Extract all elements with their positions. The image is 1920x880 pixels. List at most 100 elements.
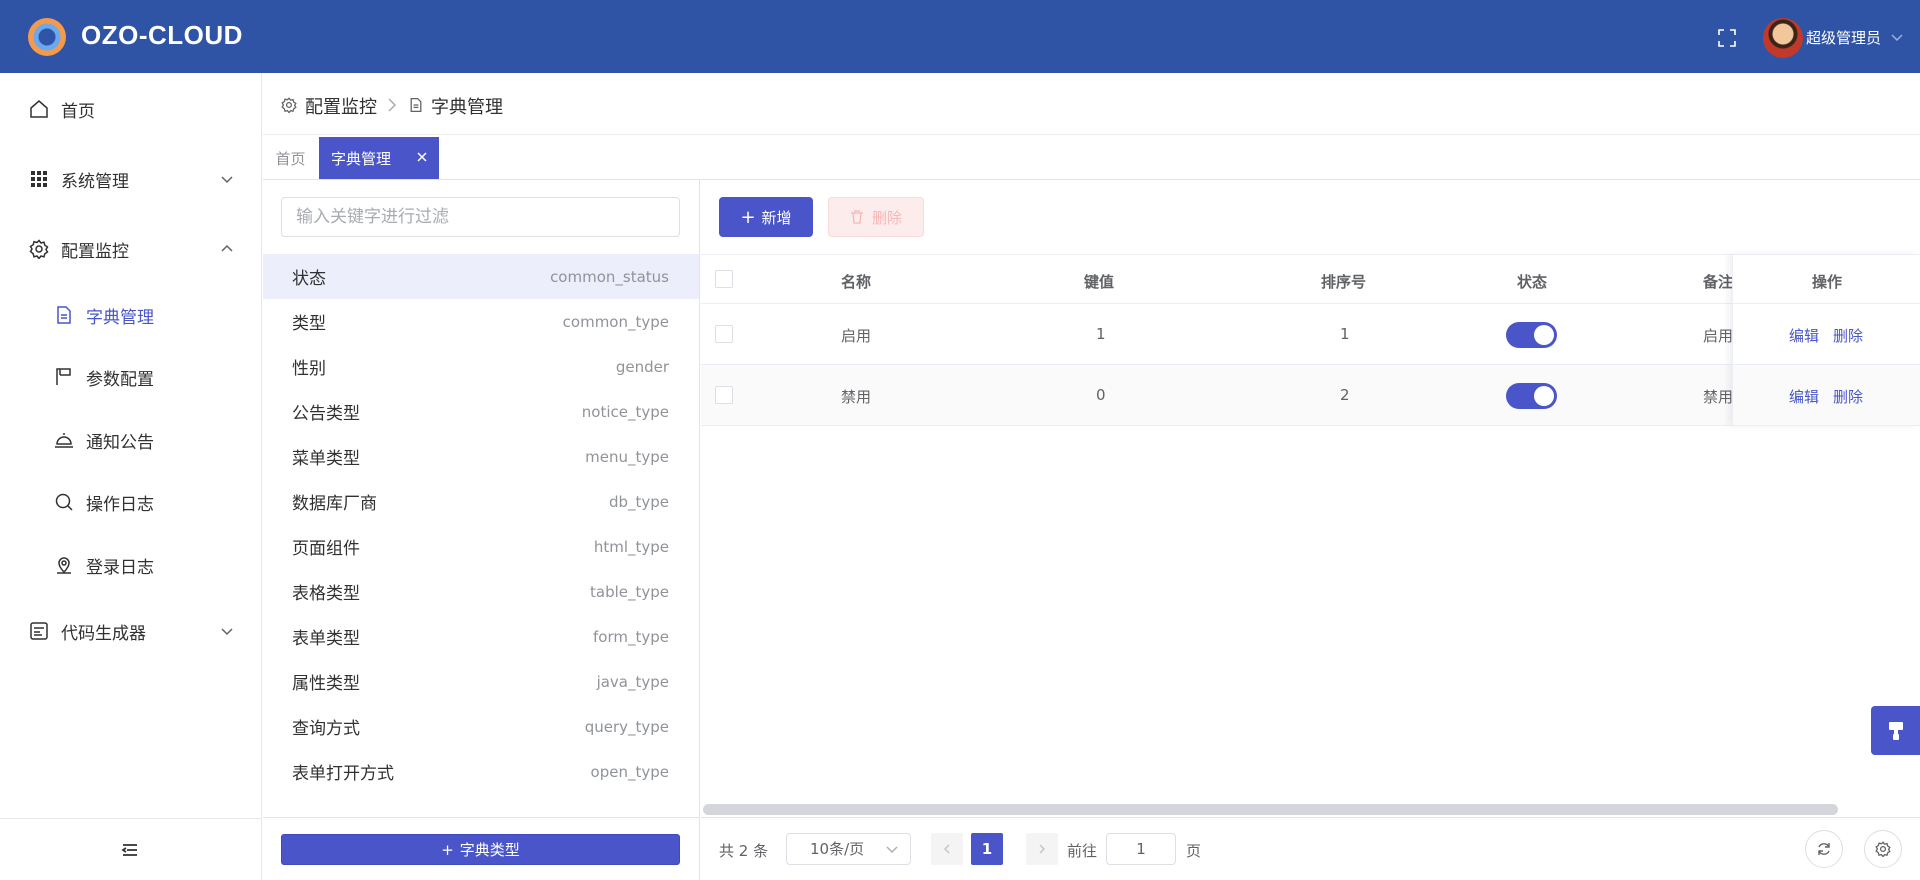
sidebar-item-config[interactable]: 配置监控 <box>0 229 261 269</box>
chevron-right-icon <box>388 98 397 112</box>
sidebar-item-label: 通知公告 <box>86 432 154 453</box>
chevron-down-icon[interactable] <box>1890 30 1904 44</box>
dict-type-code: query_type <box>584 717 669 736</box>
list-item[interactable]: 数据库厂商 db_type <box>263 479 699 524</box>
total-count: 共 2 条 <box>719 842 769 860</box>
plus-icon: + <box>740 206 756 228</box>
filter-input[interactable] <box>281 197 680 237</box>
dict-type-code: common_type <box>562 312 669 331</box>
dict-type-code: java_type <box>596 672 669 691</box>
sidebar-item-loginlog[interactable]: 登录日志 <box>0 545 261 585</box>
add-dict-type-label: 字典类型 <box>459 841 520 859</box>
list-item[interactable]: 状态 common_status <box>263 254 699 299</box>
home-icon <box>30 100 48 118</box>
settings-button[interactable] <box>1864 830 1902 868</box>
dict-type-code: common_status <box>550 267 669 286</box>
main-content: + 新增 删除 名称 键值 排序号 状态 备注 操作 启用 1 1 启用 编辑 删除 禁用 0… <box>701 180 1920 880</box>
dict-type-name: 数据库厂商 <box>292 494 377 514</box>
sidebar-item-label: 操作日志 <box>86 494 154 515</box>
dict-type-name: 性别 <box>292 359 326 379</box>
refresh-button[interactable] <box>1805 830 1843 868</box>
logo-icon <box>28 18 66 56</box>
sidebar-item-dict[interactable]: 字典管理 <box>0 295 261 335</box>
tab-label: 字典管理 <box>331 149 392 168</box>
sidebar-item-label: 字典管理 <box>86 307 154 328</box>
page-suffix: 页 <box>1186 842 1202 860</box>
dict-type-code: menu_type <box>585 447 669 466</box>
sidebar-item-home[interactable]: 首页 <box>0 89 261 129</box>
horizontal-scrollbar[interactable] <box>703 804 1838 815</box>
breadcrumb-item[interactable]: 配置监控 <box>305 93 377 119</box>
tab-home[interactable]: 首页 <box>263 137 318 179</box>
sidebar-item-params[interactable]: 参数配置 <box>0 357 261 397</box>
list-item[interactable]: 表单打开方式 open_type <box>263 749 699 794</box>
username[interactable]: 超级管理员 <box>1806 27 1881 48</box>
brand-title: OZO-CLOUD <box>81 20 243 50</box>
page-size-select[interactable]: 10条/页 <box>786 833 911 865</box>
sidebar-item-label: 系统管理 <box>61 171 129 192</box>
prev-page-button[interactable] <box>931 833 963 865</box>
toggle-knob <box>1534 325 1554 345</box>
list-item[interactable]: 表格类型 table_type <box>263 569 699 614</box>
dict-type-name: 表格类型 <box>292 584 360 604</box>
sidebar-item-notice[interactable]: 通知公告 <box>0 420 261 460</box>
dict-type-panel: 状态 common_status 类型 common_type 性别 gender 公告类型… <box>263 180 700 880</box>
goto-page-input[interactable] <box>1106 833 1176 865</box>
add-dict-type-button[interactable]: + 字典类型 <box>281 834 680 865</box>
gear-icon <box>29 239 49 259</box>
bell-icon <box>55 433 73 448</box>
cell-name: 禁用 <box>841 388 872 406</box>
dict-type-name: 属性类型 <box>292 674 360 694</box>
sidebar-item-label: 登录日志 <box>86 557 154 578</box>
tab-dict[interactable]: 字典管理 <box>319 137 439 179</box>
col-key: 键值 <box>1084 273 1115 291</box>
row-checkbox[interactable] <box>715 386 733 404</box>
theme-float-button[interactable] <box>1871 706 1920 755</box>
col-sort: 排序号 <box>1321 273 1367 291</box>
goto-label: 前往 <box>1067 842 1098 860</box>
sidebar-item-oplog[interactable]: 操作日志 <box>0 482 261 522</box>
list-item[interactable]: 菜单类型 menu_type <box>263 434 699 479</box>
dict-type-name: 表单打开方式 <box>292 764 394 784</box>
page-size-value: 10条/页 <box>810 840 865 858</box>
breadcrumb: 配置监控 字典管理 <box>263 73 1920 135</box>
list-item[interactable]: 属性类型 java_type <box>263 659 699 704</box>
cell-sort: 2 <box>1340 386 1350 404</box>
cell-name: 启用 <box>841 327 872 345</box>
chevron-down-icon <box>886 846 898 853</box>
list-item[interactable]: 查询方式 query_type <box>263 704 699 749</box>
dict-type-code: db_type <box>608 492 669 511</box>
gear-icon <box>281 97 297 113</box>
sidebar-item-label: 配置监控 <box>61 241 129 262</box>
document-icon <box>57 306 71 324</box>
pagination: 共 2 条 10条/页 1 前往 页 <box>701 817 1920 880</box>
collapse-icon[interactable] <box>121 841 139 859</box>
dict-type-name: 查询方式 <box>292 719 360 739</box>
sidebar-item-system[interactable]: 系统管理 <box>0 159 261 199</box>
location-icon <box>57 557 71 574</box>
list-item[interactable]: 类型 common_type <box>263 299 699 344</box>
status-toggle[interactable] <box>1506 322 1557 348</box>
select-all-checkbox[interactable] <box>715 270 733 288</box>
code-icon <box>30 622 48 640</box>
close-icon[interactable] <box>416 151 428 163</box>
list-item[interactable]: 表单类型 form_type <box>263 614 699 659</box>
cell-remark: 禁用 <box>1703 388 1734 406</box>
fullscreen-icon[interactable] <box>1718 29 1736 47</box>
avatar[interactable] <box>1763 18 1803 58</box>
list-item[interactable]: 页面组件 html_type <box>263 524 699 569</box>
next-page-button[interactable] <box>1026 833 1058 865</box>
sidebar-item-label: 参数配置 <box>86 369 154 390</box>
add-button[interactable]: + 新增 <box>719 197 813 237</box>
cell-sort: 1 <box>1340 325 1350 343</box>
list-item[interactable]: 性别 gender <box>263 344 699 389</box>
cell-key: 0 <box>1096 386 1106 404</box>
sidebar-item-codegen[interactable]: 代码生成器 <box>0 611 261 651</box>
page-number-current[interactable]: 1 <box>971 833 1003 865</box>
breadcrumb-item: 字典管理 <box>431 97 503 118</box>
list-item[interactable]: 公告类型 notice_type <box>263 389 699 434</box>
delete-button[interactable]: 删除 <box>828 197 924 237</box>
row-checkbox[interactable] <box>715 325 733 343</box>
status-toggle[interactable] <box>1506 383 1557 409</box>
toggle-knob <box>1534 386 1554 406</box>
